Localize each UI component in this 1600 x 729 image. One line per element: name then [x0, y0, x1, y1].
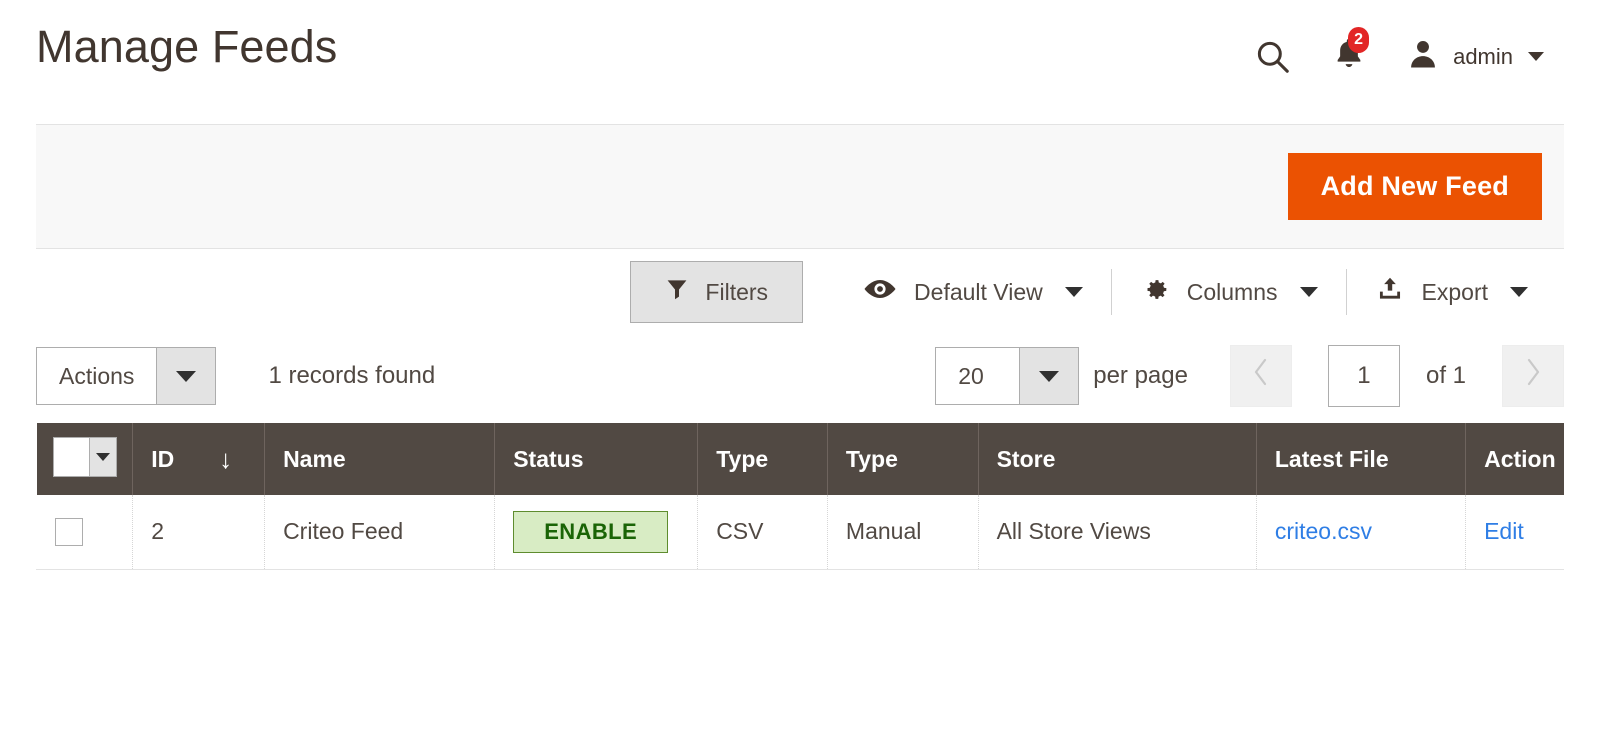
export-selector[interactable]: Export: [1347, 275, 1556, 309]
filters-button[interactable]: Filters: [630, 261, 804, 323]
edit-link[interactable]: Edit: [1484, 518, 1524, 544]
columns-selector[interactable]: Columns: [1112, 274, 1346, 310]
per-page-caret[interactable]: [1019, 348, 1079, 404]
status-badge: ENABLE: [513, 510, 669, 553]
chevron-down-icon: [1064, 287, 1083, 297]
eye-icon: [863, 277, 897, 307]
header-actions: 2 admin: [1254, 27, 1544, 77]
user-avatar-icon: [1406, 37, 1440, 76]
chevron-down-icon: [1510, 287, 1528, 297]
page-title: Manage Feeds: [36, 21, 338, 72]
records-found-label: 1 records found: [268, 362, 436, 389]
latest-file-link[interactable]: criteo.csv: [1275, 518, 1372, 544]
cell-status: ENABLE: [494, 495, 699, 570]
sort-descending-icon: ↓: [219, 443, 233, 474]
chevron-down-icon: [95, 452, 110, 461]
default-view-label: Default View: [914, 278, 1043, 305]
default-view-selector[interactable]: Default View: [835, 277, 1111, 307]
total-pages-label: of 1: [1425, 362, 1466, 389]
chevron-down-icon: [1299, 287, 1318, 297]
select-all-checkbox-dropdown[interactable]: [52, 436, 117, 477]
select-all-column-header[interactable]: [36, 423, 134, 495]
chevron-left-icon: [1251, 356, 1271, 396]
cell-action: Edit: [1465, 495, 1564, 570]
column-header-type-format[interactable]: Type: [697, 423, 828, 495]
chevron-down-icon: [1039, 370, 1060, 382]
cell-type-format: CSV: [697, 495, 828, 570]
cell-type-mode: Manual: [827, 495, 979, 570]
upload-icon: [1375, 275, 1405, 309]
column-header-status[interactable]: Status: [494, 423, 699, 495]
per-page-label: per page: [1093, 362, 1188, 389]
column-header-id-label: ID: [151, 445, 175, 472]
filters-label: Filters: [705, 278, 769, 305]
export-label: Export: [1421, 278, 1488, 305]
columns-label: Columns: [1186, 278, 1278, 305]
cell-id: 2: [132, 495, 266, 570]
feeds-table: ID ↓ Name Status Type Type Store Latest …: [35, 423, 1564, 570]
user-menu[interactable]: admin: [1406, 37, 1544, 76]
user-name-label: admin: [1453, 43, 1513, 69]
mass-actions-value: Actions: [59, 362, 135, 389]
pager: 20 per page of 1: [935, 345, 1564, 407]
notification-count-badge: 2: [1348, 27, 1369, 53]
chevron-down-icon: [176, 370, 197, 382]
grid-actions-row: Actions 1 records found 20 per page 1 of…: [0, 335, 1600, 417]
column-header-name[interactable]: Name: [264, 423, 496, 495]
mass-actions-caret[interactable]: [156, 348, 216, 404]
table-header-row: ID ↓ Name Status Type Type Store Latest …: [36, 423, 1564, 495]
column-header-id[interactable]: ID ↓: [132, 423, 266, 495]
table-row[interactable]: 2 Criteo Feed ENABLE CSV Manual All Stor…: [35, 495, 1564, 570]
funnel-icon: [665, 277, 689, 307]
cell-latest-file: criteo.csv: [1256, 495, 1467, 570]
add-new-feed-button[interactable]: Add New Feed: [1287, 153, 1542, 220]
data-grid-wrapper: ID ↓ Name Status Type Type Store Latest …: [35, 423, 1564, 570]
cell-store: All Store Views: [978, 495, 1257, 570]
mass-actions-select[interactable]: Actions: [36, 347, 217, 405]
row-checkbox[interactable]: [55, 517, 83, 546]
notifications-button[interactable]: 2: [1332, 27, 1369, 77]
page-actions-panel: Add New Feed: [36, 124, 1564, 249]
search-icon: [1254, 38, 1292, 76]
select-all-checkbox[interactable]: [53, 437, 89, 476]
per-page-value: 20: [958, 362, 984, 389]
per-page-select[interactable]: 20: [935, 347, 1080, 405]
admin-grid-page: Manage Feeds 2 admin Add New Feed Filter…: [0, 0, 1600, 729]
row-select-cell[interactable]: [35, 495, 134, 570]
column-header-store[interactable]: Store: [978, 423, 1257, 495]
cell-name: Criteo Feed: [264, 495, 496, 570]
chevron-right-icon: [1523, 356, 1543, 396]
current-page-input[interactable]: [1327, 345, 1400, 407]
previous-page-button[interactable]: [1229, 345, 1292, 407]
gear-icon: [1140, 274, 1170, 310]
grid-toolbar: Filters Default View Columns Export: [0, 249, 1600, 335]
column-header-latest-file[interactable]: Latest File: [1256, 423, 1467, 495]
select-all-caret[interactable]: [88, 437, 116, 476]
next-page-button[interactable]: [1502, 345, 1564, 407]
column-header-type-mode[interactable]: Type: [827, 423, 979, 495]
column-header-action[interactable]: Action: [1465, 423, 1564, 495]
chevron-down-icon: [1528, 52, 1544, 61]
page-header: Manage Feeds 2 admin: [0, 0, 1600, 108]
search-button[interactable]: [1254, 38, 1292, 76]
